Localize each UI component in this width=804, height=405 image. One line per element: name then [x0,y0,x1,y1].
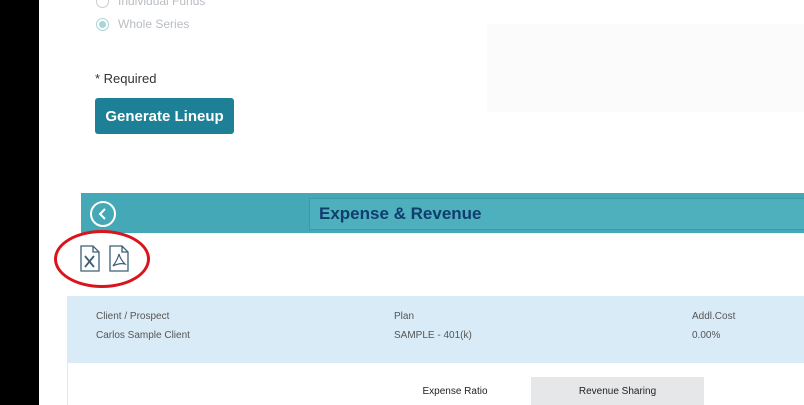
plan-value: SAMPLE - 401(k) [394,330,472,341]
radio-button-selected[interactable] [96,17,109,31]
radio-label: Individual Funds [118,0,206,8]
background-panel [487,24,804,112]
column-header-expense-ratio[interactable]: Expense Ratio [398,377,512,405]
addl-cost-label: Addl.Cost [692,311,736,322]
highlight-annotation-circle [54,230,150,288]
required-note: * Required [95,71,157,86]
back-arrow-icon[interactable] [90,201,116,227]
radio-button[interactable] [96,0,109,8]
client-label: Client / Prospect [96,311,170,322]
generate-lineup-button[interactable]: Generate Lineup [95,98,234,134]
left-edge-bar [0,0,39,405]
section-title: Expense & Revenue [319,204,482,223]
column-header-revenue-sharing[interactable]: Revenue Sharing [531,377,704,405]
client-value: Carlos Sample Client [96,330,190,341]
radio-individual-funds[interactable]: Individual Funds [96,0,205,8]
radio-whole-series[interactable]: Whole Series [96,17,189,31]
section-title-box: Expense & Revenue [309,198,804,230]
plan-label: Plan [394,311,415,322]
addl-cost-value: 0.00% [692,330,721,341]
radio-label: Whole Series [118,17,190,31]
